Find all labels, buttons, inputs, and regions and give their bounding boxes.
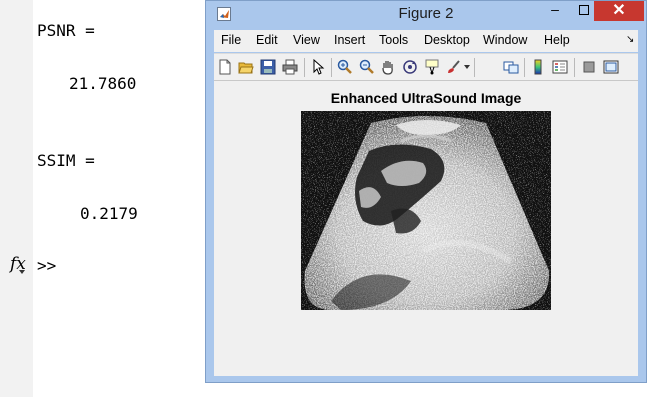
ssim-value: 0.2179	[80, 204, 138, 223]
menu-file[interactable]: File	[221, 33, 241, 47]
menu-insert[interactable]: Insert	[334, 33, 365, 47]
toolbar-separator	[574, 58, 575, 77]
figure-titlebar[interactable]: Figure 2 – ✕	[206, 1, 646, 27]
hide-plot-tools-icon[interactable]	[581, 59, 597, 75]
menu-edit[interactable]: Edit	[256, 33, 278, 47]
figure-canvas[interactable]: Enhanced UltraSound Image	[214, 81, 638, 376]
ultrasound-image-graphic	[301, 111, 551, 310]
toolbar-separator	[474, 58, 475, 77]
legend-icon[interactable]	[552, 59, 568, 75]
pointer-icon[interactable]	[310, 58, 326, 75]
menu-view[interactable]: View	[293, 33, 320, 47]
figure-window[interactable]: Figure 2 – ✕ File Edit View Insert Tools…	[205, 0, 647, 383]
ultrasound-image[interactable]	[301, 111, 551, 310]
close-button[interactable]: ✕	[594, 1, 644, 21]
print-icon[interactable]	[282, 59, 298, 75]
menu-help[interactable]: Help	[544, 33, 570, 47]
command-window[interactable]: PSNR = 21.7860 SSIM = 0.2179 fx >>	[0, 0, 210, 397]
colorbar-icon[interactable]	[530, 59, 546, 75]
ssim-label: SSIM =	[37, 151, 95, 170]
save-icon[interactable]	[260, 59, 276, 75]
data-cursor-icon[interactable]	[424, 59, 440, 75]
maximize-button[interactable]	[570, 1, 596, 21]
pan-icon[interactable]	[380, 59, 396, 75]
dock-arrow-icon[interactable]: ↘	[626, 34, 634, 45]
open-file-icon[interactable]	[238, 59, 254, 75]
maximize-icon	[579, 5, 589, 15]
psnr-value: 21.7860	[69, 74, 137, 93]
toolbar-separator	[331, 58, 332, 77]
figure-toolbar	[214, 53, 638, 81]
show-plot-tools-icon[interactable]	[603, 59, 619, 75]
link-plot-icon[interactable]	[503, 59, 519, 75]
zoom-in-icon[interactable]	[337, 59, 353, 75]
toolbar-separator	[524, 58, 525, 77]
menu-tools[interactable]: Tools	[379, 33, 408, 47]
menu-desktop[interactable]: Desktop	[424, 33, 470, 47]
rotate-3d-icon[interactable]	[402, 59, 418, 75]
command-prompt[interactable]: >>	[37, 257, 56, 275]
new-figure-icon[interactable]	[217, 59, 233, 75]
menu-bar: File Edit View Insert Tools Desktop Wind…	[214, 30, 638, 52]
fx-dropdown-caret-icon[interactable]	[19, 270, 25, 274]
brush-icon[interactable]	[446, 59, 462, 75]
psnr-label: PSNR =	[37, 21, 95, 40]
toolbar-separator	[304, 58, 305, 77]
command-window-gutter	[0, 0, 33, 397]
brush-dropdown-icon[interactable]	[464, 65, 470, 69]
menu-window[interactable]: Window	[483, 33, 527, 47]
axes-title: Enhanced UltraSound Image	[330, 90, 522, 106]
zoom-out-icon[interactable]	[359, 59, 375, 75]
minimize-button[interactable]: –	[542, 1, 568, 21]
